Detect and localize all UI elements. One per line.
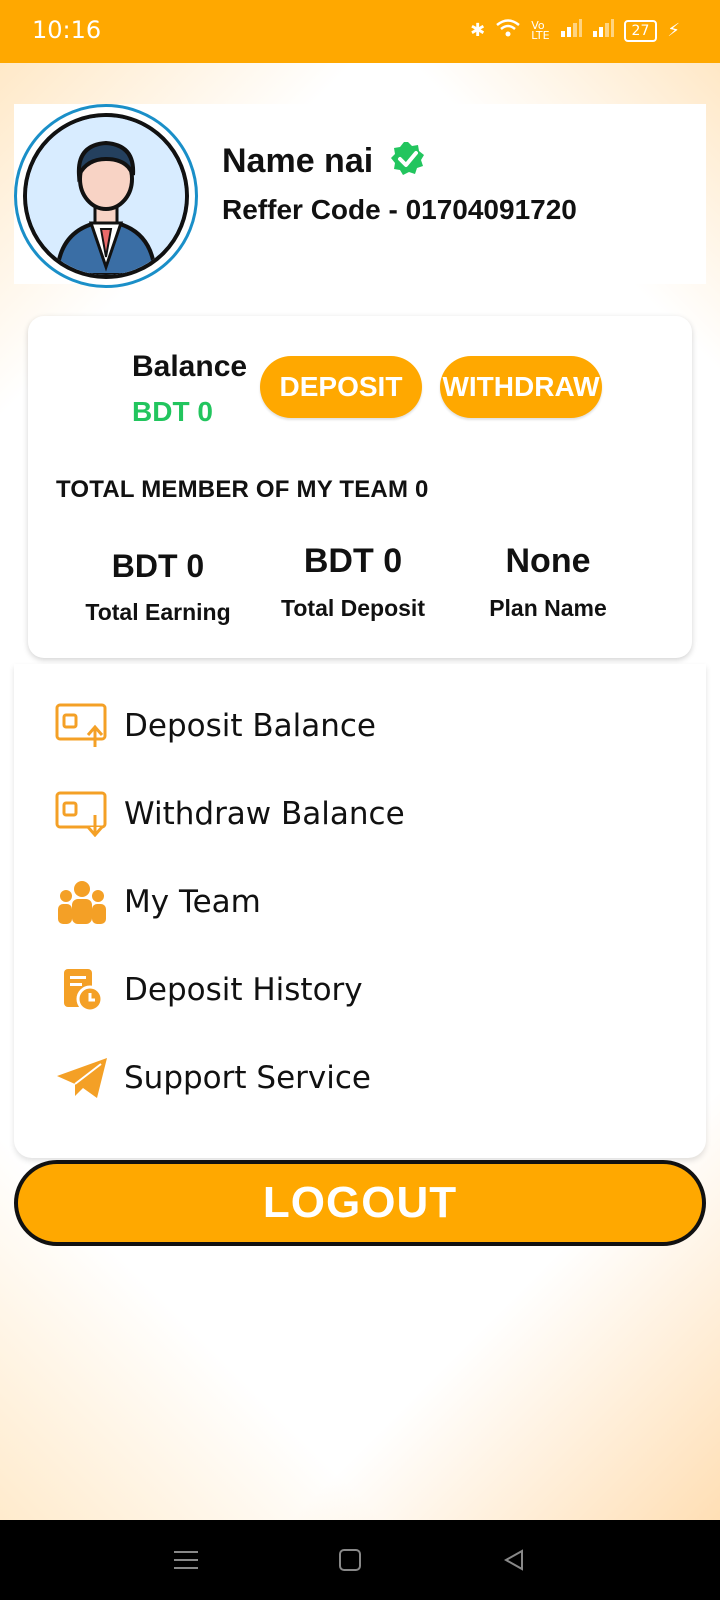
menu-item-label: My Team [124, 884, 261, 920]
withdraw-balance-icon [54, 786, 110, 842]
balance-value: BDT 0 [132, 396, 213, 427]
menu-item-label: Deposit History [124, 972, 363, 1008]
balance-label: Balance [132, 350, 248, 383]
profile-card: Name nai Reffer Code - 01704091720 [14, 104, 706, 288]
bluetooth-icon: ✱ [470, 20, 486, 41]
logout-button[interactable]: LOGOUT [14, 1160, 706, 1246]
team-total: TOTAL MEMBER OF MY TEAM 0 [56, 476, 429, 503]
menu-item-label: Withdraw Balance [124, 796, 405, 832]
stat-label: Total Deposit [281, 595, 425, 621]
name-row: Name nai [222, 140, 427, 183]
reffer-code: Reffer Code - 01704091720 [222, 194, 577, 225]
back-nav-button[interactable] [494, 1540, 534, 1580]
menu-item-support-service[interactable]: Support Service [54, 1048, 654, 1108]
stat-value: BDT 0 [303, 542, 403, 580]
history-icon [54, 962, 110, 1018]
status-icons: ✱ Vo LTE 27 ⚡ [470, 18, 680, 43]
system-nav-bar [0, 1520, 720, 1600]
verified-icon [389, 140, 427, 183]
menu-panel: Deposit Balance Withdraw Balance My Team [14, 664, 706, 1158]
menu-item-my-team[interactable]: My Team [54, 872, 654, 932]
telegram-icon [54, 1050, 110, 1106]
menu-nav-button[interactable] [166, 1540, 206, 1580]
stat-total-deposit: BDT 0 Total Deposit [258, 542, 448, 622]
balance-card: Balance BDT 0 DEPOSIT WITHDRAW TOTAL MEM… [28, 316, 692, 658]
hamburger-icon [174, 1551, 198, 1569]
team-icon [54, 874, 110, 930]
stat-total-earning: BDT 0 Total Earning [68, 548, 248, 626]
back-triangle-icon [503, 1549, 523, 1571]
stat-value: None [505, 542, 591, 580]
menu-item-label: Support Service [124, 1060, 371, 1096]
stat-label: Plan Name [489, 595, 607, 621]
deposit-button[interactable]: DEPOSIT [260, 356, 422, 418]
deposit-balance-icon [54, 698, 110, 754]
avatar [14, 104, 198, 288]
charging-icon: ⚡ [667, 20, 680, 41]
signal-icon-2 [592, 19, 614, 42]
signal-icon-1 [560, 19, 582, 42]
profile-name: Name nai [222, 142, 374, 180]
status-bar: 10:16 ✱ Vo LTE 27 ⚡ [0, 0, 720, 63]
menu-item-deposit-balance[interactable]: Deposit Balance [54, 696, 654, 756]
menu-item-label: Deposit Balance [124, 708, 376, 744]
menu-item-withdraw-balance[interactable]: Withdraw Balance [54, 784, 654, 844]
home-square-icon [339, 1549, 361, 1571]
battery-icon: 27 [623, 19, 658, 42]
user-avatar-icon [27, 117, 185, 275]
wifi-icon [495, 18, 521, 43]
menu-item-deposit-history[interactable]: Deposit History [54, 960, 654, 1020]
status-time: 10:16 [32, 16, 102, 44]
withdraw-button[interactable]: WITHDRAW [440, 356, 602, 418]
home-nav-button[interactable] [330, 1540, 370, 1580]
stat-label: Total Earning [85, 599, 231, 625]
stat-plan-name: None Plan Name [458, 542, 638, 622]
stat-value: BDT 0 [111, 548, 205, 584]
volte-icon: Vo LTE [531, 18, 550, 42]
